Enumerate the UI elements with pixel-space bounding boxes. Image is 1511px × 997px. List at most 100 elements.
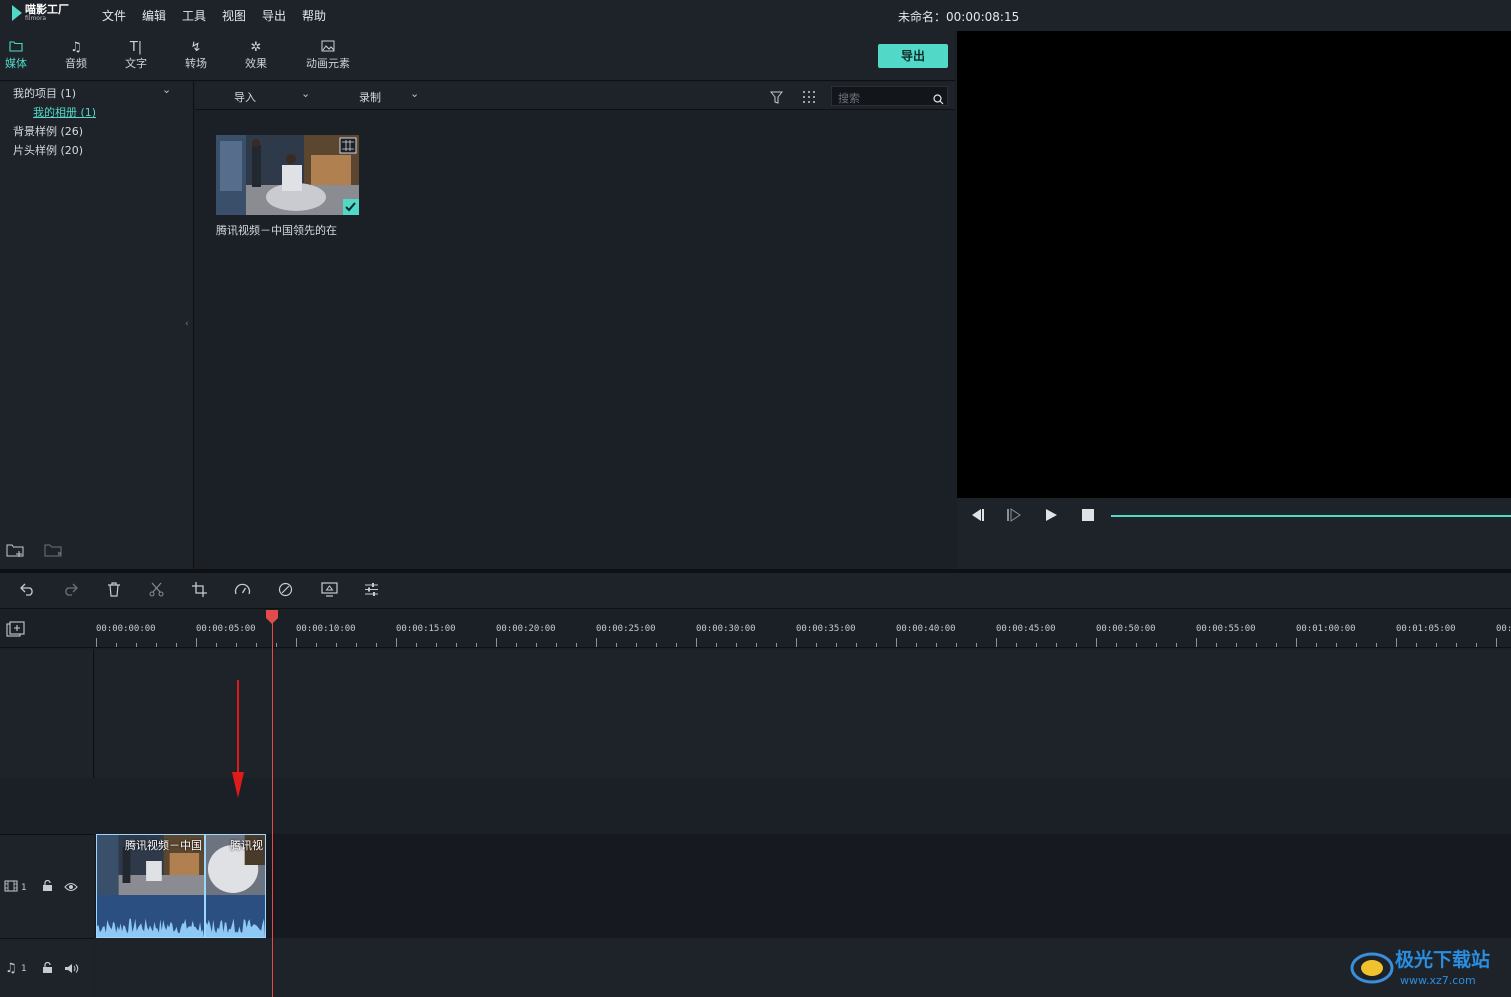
red-arrow-annotation	[232, 680, 244, 798]
delete-icon[interactable]	[107, 582, 121, 600]
playhead[interactable]	[272, 618, 273, 997]
chevron-down-icon[interactable]: ⌄	[162, 83, 171, 96]
ruler-tick	[1436, 643, 1437, 647]
timeline-toolbar	[0, 573, 1511, 609]
tab-transition-label: 转场	[185, 57, 207, 70]
split-icon[interactable]	[149, 582, 164, 600]
ruler-tick	[996, 638, 997, 647]
filter-icon[interactable]	[769, 89, 784, 108]
timeline-clip[interactable]: 腾讯视	[205, 834, 266, 938]
lock-icon[interactable]	[42, 879, 53, 895]
lock-icon[interactable]	[42, 961, 53, 977]
redo-icon[interactable]	[62, 582, 78, 599]
video-track-row	[95, 834, 1511, 938]
tree-item-my-album[interactable]: 我的相册 (1)	[33, 104, 96, 120]
playback-progress-bar[interactable]	[1111, 515, 1511, 517]
ruler-tick	[316, 643, 317, 647]
playhead-handle[interactable]	[265, 609, 279, 625]
ruler-tick	[216, 643, 217, 647]
tab-media[interactable]: 媒体	[0, 31, 32, 81]
stop-icon[interactable]	[1081, 508, 1095, 526]
tree-item-my-project[interactable]: 我的项目 (1)	[13, 85, 76, 101]
adjust-icon[interactable]	[364, 582, 379, 600]
tab-audio-label: 音频	[65, 57, 87, 70]
transition-icon: ↯	[190, 40, 202, 55]
prev-frame-icon[interactable]	[969, 508, 985, 526]
ruler-tick	[1076, 643, 1077, 647]
ruler-tick	[1456, 643, 1457, 647]
export-button[interactable]: 导出	[878, 44, 948, 68]
speed-icon[interactable]	[234, 582, 251, 599]
ruler-tick	[716, 643, 717, 647]
ruler-tick	[176, 643, 177, 647]
import-chevron-icon[interactable]: ⌄	[301, 87, 310, 100]
eye-icon[interactable]	[64, 881, 78, 895]
timeline-clip[interactable]: 腾讯视频－中国	[96, 834, 205, 938]
audio-track-header: ♫ 1	[0, 938, 94, 997]
search-icon[interactable]	[933, 90, 944, 109]
ruler-tick	[956, 643, 957, 647]
ruler-tick	[1396, 638, 1397, 647]
tab-effects[interactable]: ✲ 效果	[238, 31, 274, 81]
ruler-time-label: 00:01:00:00	[1296, 624, 1356, 634]
folder-icon	[0, 31, 32, 55]
new-folder-icon[interactable]	[6, 542, 26, 562]
tab-elements[interactable]: 动画元素	[300, 31, 356, 81]
green-screen-icon[interactable]	[321, 582, 338, 600]
tree-item-backgrounds[interactable]: 背景样例 (26)	[13, 123, 83, 139]
menu-view[interactable]: 视图	[222, 7, 246, 24]
menu-file[interactable]: 文件	[102, 7, 126, 24]
tab-transition[interactable]: ↯ 转场	[178, 31, 214, 81]
ruler-tick	[1356, 643, 1357, 647]
ruler-tick	[676, 643, 677, 647]
ruler-time-label: 00:00:30:00	[696, 624, 756, 634]
delete-folder-icon[interactable]	[44, 542, 64, 562]
ruler-tick	[1476, 643, 1477, 647]
menu-export[interactable]: 导出	[262, 7, 286, 24]
ruler-time-label: 00:00:15:00	[396, 624, 456, 634]
tab-text[interactable]: T| 文字	[118, 31, 154, 81]
menu-edit[interactable]: 编辑	[142, 7, 166, 24]
tree-item-intros[interactable]: 片头样例 (20)	[13, 142, 83, 158]
record-button[interactable]: 录制	[359, 89, 381, 105]
menu-help[interactable]: 帮助	[302, 7, 326, 24]
play-icon[interactable]	[1044, 508, 1058, 526]
ruler-tick	[416, 643, 417, 647]
ruler-tick	[1496, 638, 1497, 647]
ruler-time-label: 00:00:20:00	[496, 624, 556, 634]
ruler-tick	[1096, 638, 1097, 647]
grid-view-icon[interactable]	[802, 89, 816, 108]
logo-text: 喵影工厂	[25, 3, 69, 16]
ruler-tick	[256, 643, 257, 647]
undo-icon[interactable]	[20, 582, 36, 599]
image-icon	[300, 31, 356, 55]
menu-tools[interactable]: 工具	[182, 7, 206, 24]
import-button[interactable]: 导入	[234, 89, 256, 105]
ruler-tick	[1296, 638, 1297, 647]
record-chevron-icon[interactable]: ⌄	[410, 87, 419, 100]
browser-toolbar: 导入 ⌄ 录制 ⌄	[195, 82, 955, 110]
ruler-tick	[1236, 643, 1237, 647]
timeline-ruler[interactable]: 00:00:00:00 00:00:05:00 00:00:10:00 00:00:1…	[0, 610, 1511, 648]
next-frame-icon[interactable]	[1006, 508, 1022, 526]
ruler-tick	[816, 643, 817, 647]
timeline-tracks[interactable]	[95, 649, 1511, 997]
add-track-icon[interactable]	[6, 621, 25, 642]
media-thumbnail[interactable]	[216, 135, 359, 215]
color-icon[interactable]	[278, 582, 293, 600]
audio-track-row	[95, 938, 1511, 997]
menubar: 喵影工厂 filmora 文件 编辑 工具 视图 导出 帮助 未命名：00:00…	[0, 0, 1511, 31]
speaker-icon[interactable]	[64, 963, 79, 977]
ruler-tick	[1316, 643, 1317, 647]
tab-audio[interactable]: ♫ 音频	[58, 31, 94, 81]
crop-icon[interactable]	[192, 582, 207, 600]
media-browser: 导入 ⌄ 录制 ⌄ 搜索 腾讯视频－中国领先的在	[195, 82, 955, 569]
collapse-panel-icon[interactable]: ‹	[185, 319, 189, 329]
track-row-empty-top	[95, 649, 1511, 778]
ruler-tick	[236, 643, 237, 647]
effects-icon: ✲	[250, 40, 262, 55]
ruler-tick	[1036, 643, 1037, 647]
ruler-tick	[516, 643, 517, 647]
search-input[interactable]	[832, 89, 927, 108]
ruler-tick	[1276, 643, 1277, 647]
